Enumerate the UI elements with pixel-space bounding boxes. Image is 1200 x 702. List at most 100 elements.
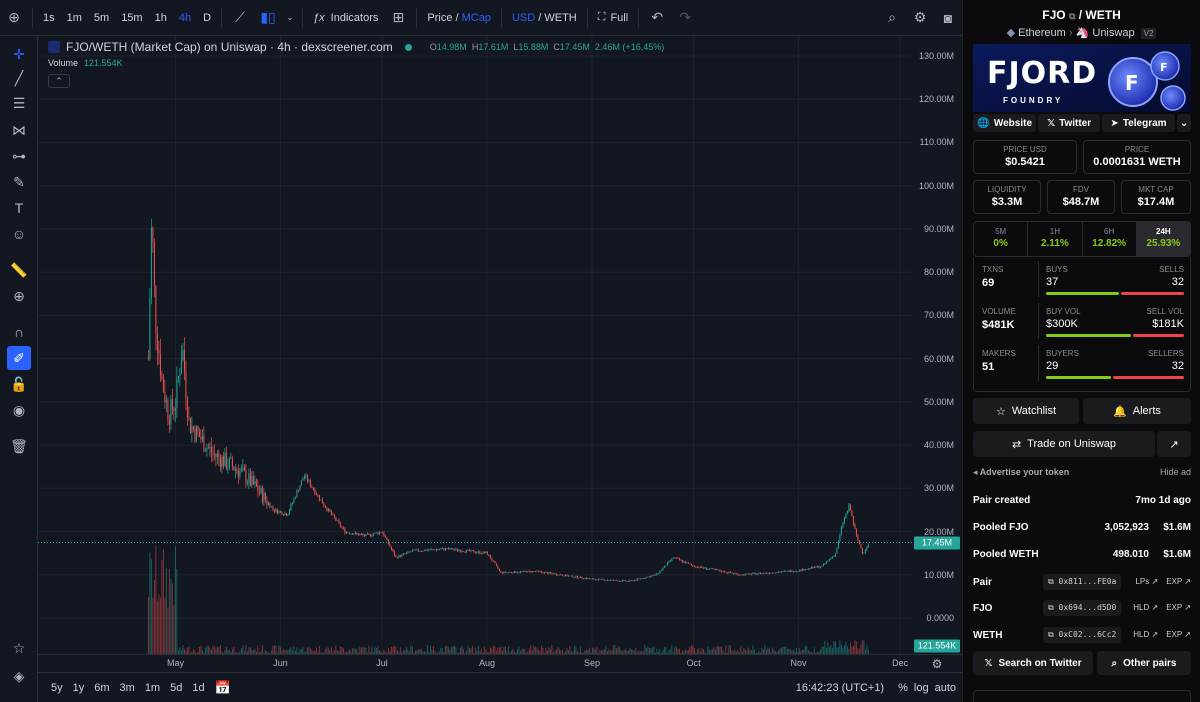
price-chart[interactable]: FJO/WETH (Market Cap) on Uniswap · 4h · … xyxy=(38,36,912,654)
volume-bar xyxy=(186,647,188,654)
external-link-icon[interactable]: ↗ xyxy=(1157,431,1191,457)
stay-in-drawing-icon[interactable]: ✐ xyxy=(7,346,31,370)
text-icon[interactable]: T xyxy=(7,196,31,220)
fjo-exp-link[interactable]: EXP ↗ xyxy=(1166,603,1191,612)
goto-date-icon[interactable]: 📅 xyxy=(210,680,236,696)
redo-icon[interactable]: ↷ xyxy=(671,0,699,36)
range-1y[interactable]: 1y xyxy=(68,682,90,694)
candle-body xyxy=(222,456,224,467)
volume-bar xyxy=(212,645,214,654)
eye-icon[interactable]: ◉ xyxy=(7,398,31,422)
other-pairs-button[interactable]: ⌕ Other pairs xyxy=(1097,651,1191,675)
zoom-in-icon[interactable]: ⊕ xyxy=(7,284,31,308)
templates-icon[interactable]: ⊞ xyxy=(384,0,412,36)
star-icon[interactable]: ☆ xyxy=(7,636,31,660)
range-3m[interactable]: 3m xyxy=(115,682,140,694)
log-toggle[interactable]: log xyxy=(914,682,929,694)
advertise-link[interactable]: ◂ Advertise your token xyxy=(973,467,1069,478)
interval-1m[interactable]: 1m xyxy=(61,0,88,36)
quick-search-icon[interactable]: ⌕ xyxy=(878,0,906,36)
fib-icon[interactable]: ☰ xyxy=(7,91,31,115)
percent-toggle[interactable]: % xyxy=(898,682,908,694)
tab-5m-value: 0% xyxy=(993,238,1008,249)
candle-body xyxy=(468,549,470,552)
ruler-icon[interactable]: 📏 xyxy=(7,258,31,282)
pair-exp-link[interactable]: EXP ↗ xyxy=(1166,577,1191,586)
weth-exp-link[interactable]: EXP ↗ xyxy=(1166,630,1191,639)
trend-line-icon[interactable]: ╱ xyxy=(7,66,31,90)
volume-bar xyxy=(689,646,691,654)
copy-icon[interactable]: ⧉ xyxy=(1069,11,1075,21)
pattern-icon[interactable]: ⋈ xyxy=(7,118,31,142)
trade-button[interactable]: ⇄ Trade on Uniswap xyxy=(973,431,1155,457)
weth-address[interactable]: ⧉ 0xC02...6Cc2 xyxy=(1043,627,1122,643)
stat-divider xyxy=(1038,261,1039,297)
magnet-icon[interactable]: ∩ xyxy=(7,320,31,344)
candle-body xyxy=(384,535,386,538)
more-links-chevron-icon[interactable]: ⌄ xyxy=(1177,114,1192,132)
fullscreen-button[interactable]: ⛶ Full xyxy=(592,0,634,36)
range-1m[interactable]: 1m xyxy=(140,682,165,694)
fjo-hld-link[interactable]: HLD ↗ xyxy=(1133,603,1158,612)
candle-body xyxy=(611,579,613,581)
interval-d[interactable]: D xyxy=(197,0,217,36)
tab-1h[interactable]: 1H 2.11% xyxy=(1028,222,1083,256)
chevron-down-icon[interactable]: ⌄ xyxy=(282,0,298,36)
twitter-button[interactable]: 𝕏 Twitter xyxy=(1038,114,1100,132)
emoji-icon[interactable]: ☺ xyxy=(7,222,31,246)
lock-icon[interactable]: 🔓 xyxy=(7,372,31,396)
tab-24h[interactable]: 24H 25.93% xyxy=(1136,222,1190,256)
candle-body xyxy=(650,575,652,578)
weth-hld-link[interactable]: HLD ↗ xyxy=(1133,630,1158,639)
makers-stat: MAKERS 51 xyxy=(982,349,1016,373)
tab-5m[interactable]: 5M 0% xyxy=(974,222,1029,256)
camera-icon[interactable]: ◙ xyxy=(934,0,962,36)
time-axis[interactable]: May Jun Jul Aug Sep Oct Nov Dec xyxy=(38,654,912,672)
undo-icon[interactable]: ↶ xyxy=(643,0,671,36)
pair-address[interactable]: ⧉ 0x811...FE0a xyxy=(1043,574,1122,590)
trash-icon[interactable]: 🗑 xyxy=(7,434,31,458)
fjo-address[interactable]: ⧉ 0x694...d5D0 xyxy=(1043,600,1122,616)
indicators-button[interactable]: ƒx Indicators xyxy=(307,0,384,36)
layers-icon[interactable]: ◈ xyxy=(7,664,31,688)
interval-15m[interactable]: 15m xyxy=(115,0,148,36)
volume-bar xyxy=(573,645,575,654)
volume-bar xyxy=(371,646,373,654)
crosshair-icon[interactable]: ✛ xyxy=(7,42,31,66)
interval-4h[interactable]: 4h xyxy=(173,0,197,36)
collapse-legend-button[interactable]: ⌃ xyxy=(48,74,70,88)
volume-bar xyxy=(455,646,457,654)
weth-label: WETH xyxy=(544,11,577,24)
usd-weth-toggle[interactable]: USD / WETH xyxy=(506,0,583,36)
website-button[interactable]: 🌐 Website xyxy=(973,114,1037,132)
interval-5m[interactable]: 5m xyxy=(88,0,115,36)
line-chart-icon[interactable]: ⟋ xyxy=(226,0,254,36)
axis-settings-icon[interactable]: ⚙ xyxy=(912,654,962,672)
search-twitter-button[interactable]: 𝕏 Search on Twitter xyxy=(973,651,1093,675)
price-axis[interactable]: 130.00M 120.00M 110.00M 100.00M 90.00M 80.00M… xyxy=(912,36,962,654)
dex-name[interactable]: Uniswap xyxy=(1092,27,1134,39)
chain-name[interactable]: Ethereum xyxy=(1018,27,1066,39)
brush-icon[interactable]: ✎ xyxy=(7,170,31,194)
candle-body xyxy=(708,568,710,570)
watchlist-button[interactable]: ☆ Watchlist xyxy=(973,398,1079,424)
tab-6h[interactable]: 6H 12.82% xyxy=(1083,222,1137,256)
telegram-button[interactable]: ➤ Telegram xyxy=(1101,114,1176,132)
auto-toggle[interactable]: auto xyxy=(935,682,956,694)
interval-1h[interactable]: 1h xyxy=(149,0,173,36)
price-mcap-toggle[interactable]: Price / MCap xyxy=(421,0,497,36)
hide-ad-link[interactable]: Hide ad xyxy=(1160,467,1191,477)
range-5d[interactable]: 5d xyxy=(165,682,187,694)
lps-link[interactable]: LPs ↗ xyxy=(1135,577,1158,586)
interval-1s[interactable]: 1s xyxy=(37,0,61,36)
candle-body xyxy=(854,524,856,530)
range-1d[interactable]: 1d xyxy=(187,682,209,694)
projection-icon[interactable]: ⊶ xyxy=(7,144,31,168)
range-6m[interactable]: 6m xyxy=(89,682,114,694)
add-symbol-icon[interactable]: ⊕ xyxy=(0,0,28,36)
candles-icon[interactable]: ▮▯ xyxy=(254,0,282,36)
gear-icon[interactable]: ⚙ xyxy=(906,0,934,36)
range-5y[interactable]: 5y xyxy=(46,682,68,694)
volume-bar xyxy=(834,641,836,654)
alerts-button[interactable]: 🔔 Alerts xyxy=(1083,398,1191,424)
